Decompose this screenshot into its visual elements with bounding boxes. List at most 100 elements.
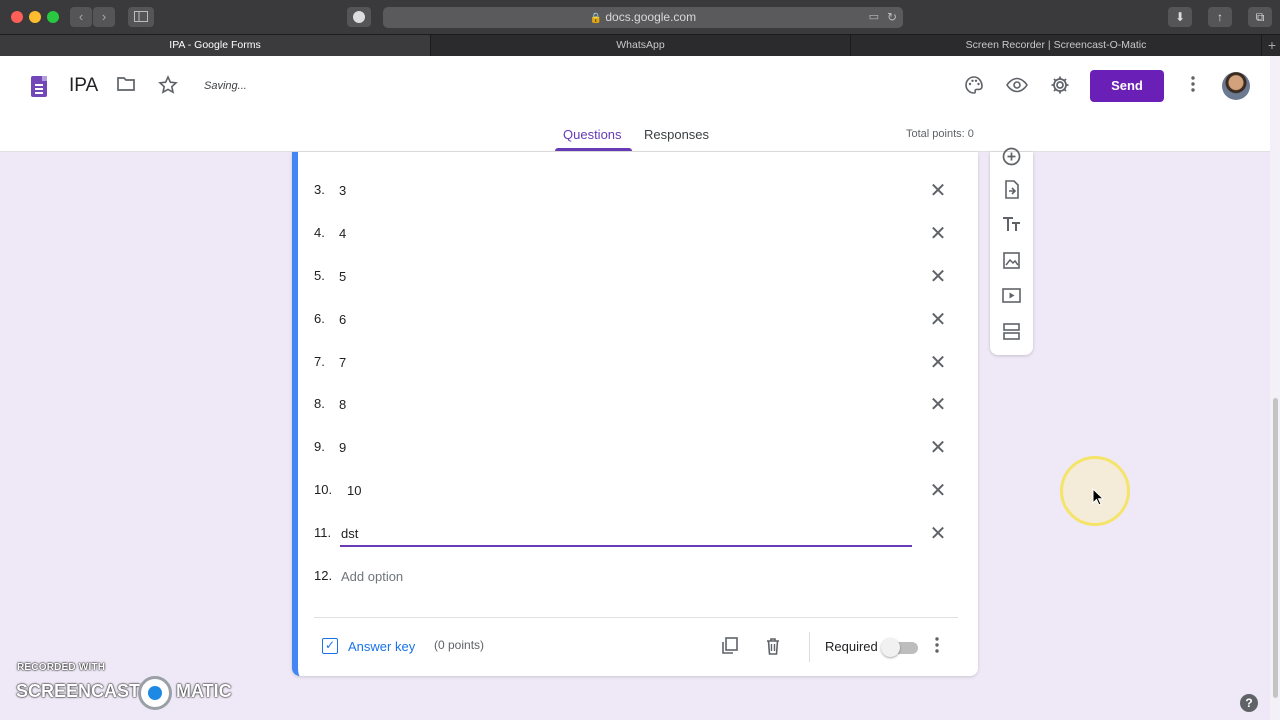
add-option-row[interactable]: 12. Add option <box>314 566 954 590</box>
option-text[interactable]: dst <box>341 526 358 541</box>
forward-button[interactable]: › <box>93 7 115 27</box>
question-card[interactable]: 3. 3 ✕ 4. 4 ✕ 5. 5 ✕ 6. 6 ✕ 7. 7 ✕ 8. 8 … <box>292 152 978 676</box>
reader-icon[interactable]: ▭ <box>869 7 879 28</box>
tab-responses[interactable]: Responses <box>644 127 709 142</box>
option-row[interactable]: 9. 9 ✕ <box>314 437 954 461</box>
more-options-button[interactable] <box>1181 75 1205 99</box>
answer-key-button[interactable]: Answer key <box>348 639 415 654</box>
option-number: 7. <box>314 354 325 369</box>
reload-icon[interactable]: ↻ <box>887 7 897 28</box>
address-bar[interactable]: 🔒 docs.google.com ▭ ↻ <box>383 7 903 28</box>
watermark-brand-left: SCREENCAST <box>16 681 141 701</box>
option-number: 9. <box>314 439 325 454</box>
focus-underline <box>340 545 912 547</box>
extension-icon[interactable] <box>347 7 371 27</box>
option-text[interactable]: 3 <box>339 183 346 198</box>
option-number: 11. <box>314 525 332 540</box>
share-button[interactable]: ↑ <box>1208 7 1232 27</box>
window-close-button[interactable] <box>11 11 23 23</box>
remove-option-icon[interactable]: ✕ <box>926 393 950 417</box>
option-text[interactable]: 4 <box>339 226 346 241</box>
copy-icon <box>722 637 738 654</box>
downloads-button[interactable]: ⬇ <box>1168 7 1192 27</box>
total-points: Total points: 0 <box>906 128 974 140</box>
remove-option-icon[interactable]: ✕ <box>926 522 950 546</box>
customize-theme-button[interactable] <box>962 75 986 99</box>
required-label: Required <box>825 639 878 654</box>
browser-tab[interactable]: WhatsApp <box>431 35 851 57</box>
window-minimize-button[interactable] <box>29 11 41 23</box>
option-number: 6. <box>314 311 325 326</box>
move-to-folder-button[interactable] <box>114 75 138 99</box>
browser-tab[interactable]: Screen Recorder | Screencast-O-Matic <box>851 35 1262 57</box>
add-title-button[interactable] <box>1001 214 1022 235</box>
add-section-button[interactable] <box>1001 321 1022 342</box>
sidebar-icon <box>134 11 148 22</box>
eye-icon <box>1006 77 1028 93</box>
preview-button[interactable] <box>1005 75 1029 99</box>
browser-tab-label: WhatsApp <box>616 39 665 51</box>
option-text[interactable]: 10 <box>347 483 361 498</box>
forms-logo-icon[interactable] <box>31 76 47 97</box>
option-row[interactable]: 3. 3 ✕ <box>314 180 954 204</box>
remove-option-icon[interactable]: ✕ <box>926 436 950 460</box>
delete-button[interactable] <box>763 636 785 658</box>
send-button[interactable]: Send <box>1090 70 1164 102</box>
option-text[interactable]: 9 <box>339 440 346 455</box>
scrollbar-thumb[interactable] <box>1273 398 1278 698</box>
duplicate-button[interactable] <box>720 636 742 658</box>
question-more-button[interactable] <box>931 636 943 658</box>
option-row[interactable]: 8. 8 ✕ <box>314 394 954 418</box>
chevron-right-icon: › <box>101 9 107 24</box>
option-text[interactable]: 6 <box>339 312 346 327</box>
option-row-focused[interactable]: 11. dst ✕ <box>314 523 954 547</box>
add-video-button[interactable] <box>1001 285 1022 306</box>
add-question-button[interactable] <box>1001 146 1022 167</box>
remove-option-icon[interactable]: ✕ <box>926 308 950 332</box>
option-text[interactable]: 7 <box>339 355 346 370</box>
tabs-icon: ⧉ <box>1255 10 1265 24</box>
back-button[interactable]: ‹ <box>70 7 92 27</box>
remove-option-icon[interactable]: ✕ <box>926 265 950 289</box>
add-image-button[interactable] <box>1001 250 1022 271</box>
import-questions-button[interactable] <box>1001 179 1022 200</box>
option-number: 5. <box>314 268 325 283</box>
required-toggle-knob[interactable] <box>881 638 900 657</box>
option-row[interactable]: 10. 10 ✕ <box>314 480 954 504</box>
remove-option-icon[interactable]: ✕ <box>926 479 950 503</box>
option-row[interactable]: 4. 4 ✕ <box>314 223 954 247</box>
sidebar-toggle-button[interactable] <box>128 7 154 27</box>
new-tab-button[interactable]: + <box>1268 35 1276 56</box>
option-text[interactable]: 5 <box>339 269 346 284</box>
browser-tab[interactable]: IPA - Google Forms <box>0 35 431 57</box>
remove-option-icon[interactable]: ✕ <box>926 351 950 375</box>
option-row[interactable]: 6. 6 ✕ <box>314 309 954 333</box>
add-circle-icon <box>1002 147 1021 166</box>
avatar[interactable] <box>1222 72 1250 100</box>
browser-tab-label: Screen Recorder | Screencast-O-Matic <box>965 39 1147 51</box>
folder-icon <box>117 77 135 91</box>
watermark-caption: RECORDED WITH <box>17 662 106 673</box>
tab-overview-button[interactable]: ⧉ <box>1248 7 1272 27</box>
settings-button[interactable] <box>1048 75 1072 99</box>
remove-option-icon[interactable]: ✕ <box>926 179 950 203</box>
option-text[interactable]: 8 <box>339 397 346 412</box>
browser-tab-label: IPA - Google Forms <box>169 39 261 51</box>
tab-questions[interactable]: Questions <box>563 127 622 142</box>
star-button[interactable] <box>156 75 180 99</box>
window-maximize-button[interactable] <box>47 11 59 23</box>
browser-titlebar: ‹ › 🔒 docs.google.com ▭ ↻ ⬇ ↑ ⧉ <box>0 0 1280 34</box>
help-button[interactable]: ? <box>1240 694 1258 712</box>
browser-tabbar: IPA - Google Forms WhatsApp Screen Recor… <box>0 34 1280 57</box>
image-icon <box>1003 252 1020 269</box>
gear-icon <box>1051 76 1069 94</box>
option-row[interactable]: 7. 7 ✕ <box>314 352 954 376</box>
section-icon <box>1003 323 1020 340</box>
option-row[interactable]: 5. 5 ✕ <box>314 266 954 290</box>
active-tab-indicator <box>555 148 632 151</box>
add-option-link[interactable]: Add option <box>341 569 403 584</box>
document-title[interactable]: IPA <box>69 75 98 97</box>
remove-option-icon[interactable]: ✕ <box>926 222 950 246</box>
save-status: Saving... <box>204 80 247 92</box>
answer-key-icon[interactable]: ✓ <box>322 638 338 654</box>
